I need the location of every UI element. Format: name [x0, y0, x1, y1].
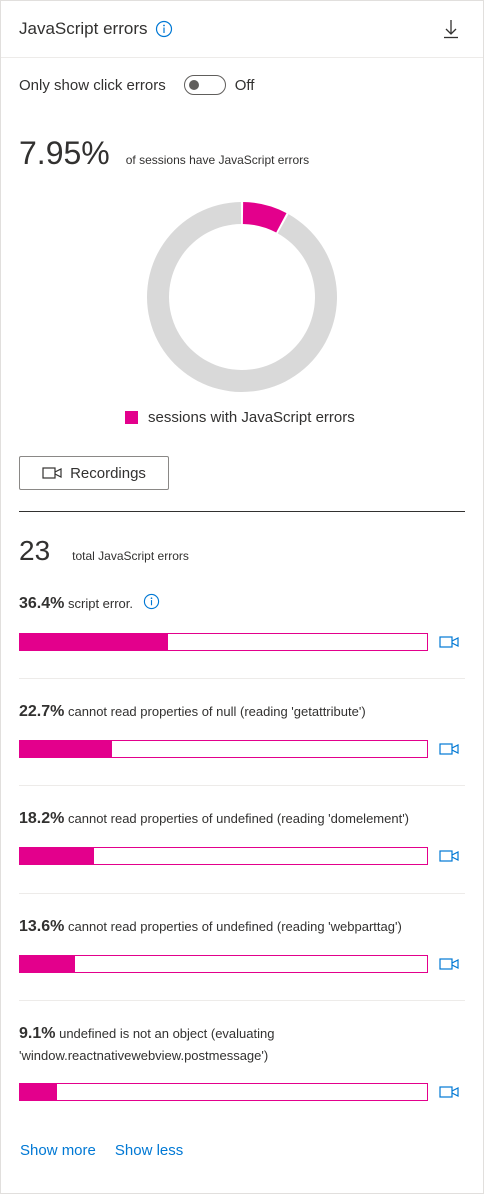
info-icon[interactable]: [143, 593, 160, 610]
row-divider: [19, 785, 465, 786]
total-errors-description: total JavaScript errors: [72, 549, 189, 563]
session-error-description: of sessions have JavaScript errors: [125, 153, 310, 167]
error-bar-fill: [20, 956, 76, 972]
toggle-knob: [188, 80, 199, 90]
video-camera-icon[interactable]: [439, 957, 459, 971]
donut-slice-remainder: [147, 202, 338, 392]
info-icon[interactable]: [155, 20, 173, 38]
error-percent: 9.1%: [19, 1025, 56, 1042]
error-percent: 13.6%: [19, 918, 65, 935]
error-message: cannot read properties of undefined (rea…: [68, 811, 410, 826]
error-bar: [19, 1083, 428, 1101]
error-message: script error.: [68, 596, 134, 611]
error-bar: [19, 740, 428, 758]
error-bar: [19, 955, 428, 973]
session-error-percent: 7.95%: [19, 135, 110, 171]
video-camera-icon[interactable]: [439, 635, 459, 649]
error-label: 9.1% undefined is not an object (evaluat…: [19, 1023, 319, 1067]
error-bar-fill: [20, 634, 169, 650]
panel-header: JavaScript errors: [1, 1, 483, 58]
error-bar: [19, 633, 428, 651]
video-camera-icon[interactable]: [439, 1085, 459, 1099]
row-divider: [19, 893, 465, 894]
video-camera-icon: [42, 467, 62, 479]
click-errors-toggle[interactable]: [183, 75, 226, 95]
recordings-button-label: Recordings: [70, 464, 146, 482]
error-item: 13.6% cannot read properties of undefine…: [19, 916, 465, 973]
error-bar-fill: [20, 1084, 58, 1100]
legend-label: sessions with JavaScript errors: [148, 409, 355, 426]
error-label: 18.2% cannot read properties of undefine…: [19, 808, 465, 830]
download-icon[interactable]: [443, 19, 459, 39]
toggle-state: Off: [234, 76, 255, 94]
click-errors-filter: Only show click errors Off: [19, 73, 254, 97]
error-item: 9.1% undefined is not an object (evaluat…: [19, 1023, 465, 1101]
video-camera-icon[interactable]: [439, 742, 459, 756]
total-errors-count: 23: [19, 535, 51, 566]
recordings-button[interactable]: Recordings: [19, 456, 169, 490]
show-less-link[interactable]: Show less: [115, 1142, 183, 1159]
error-percent: 22.7%: [19, 703, 65, 720]
chart-legend: sessions with JavaScript errors: [125, 409, 355, 426]
error-bar: [19, 847, 428, 865]
error-label: 36.4% script error.: [19, 593, 465, 615]
section-divider: [19, 511, 465, 512]
toggle-label: Only show click errors: [19, 76, 166, 94]
video-camera-icon[interactable]: [439, 849, 459, 863]
pagination-links: Show more Show less: [20, 1142, 202, 1159]
legend-swatch: [125, 411, 138, 424]
error-message: cannot read properties of null (reading …: [68, 704, 366, 719]
javascript-errors-panel: JavaScript errors Only show click errors…: [0, 0, 484, 1194]
error-item: 22.7% cannot read properties of null (re…: [19, 701, 465, 758]
error-label: 22.7% cannot read properties of null (re…: [19, 701, 465, 723]
error-percent: 18.2%: [19, 810, 65, 827]
row-divider: [19, 1000, 465, 1001]
error-message: undefined is not an object (evaluating '…: [19, 1026, 275, 1063]
panel-title: JavaScript errors: [19, 19, 148, 38]
error-bar-fill: [20, 848, 95, 864]
error-item: 36.4% script error.: [19, 593, 465, 651]
session-error-summary: 7.95% of sessions have JavaScript errors: [19, 135, 309, 172]
error-label: 13.6% cannot read properties of undefine…: [19, 916, 465, 938]
total-errors: 23 total JavaScript errors: [19, 535, 189, 567]
session-errors-donut-chart: [147, 202, 338, 392]
error-item: 18.2% cannot read properties of undefine…: [19, 808, 465, 865]
show-more-link[interactable]: Show more: [20, 1142, 96, 1159]
donut-slice-errors: [242, 202, 287, 233]
row-divider: [19, 678, 465, 679]
error-bar-fill: [20, 741, 113, 757]
error-message: cannot read properties of undefined (rea…: [68, 919, 402, 934]
error-percent: 36.4%: [19, 595, 65, 612]
